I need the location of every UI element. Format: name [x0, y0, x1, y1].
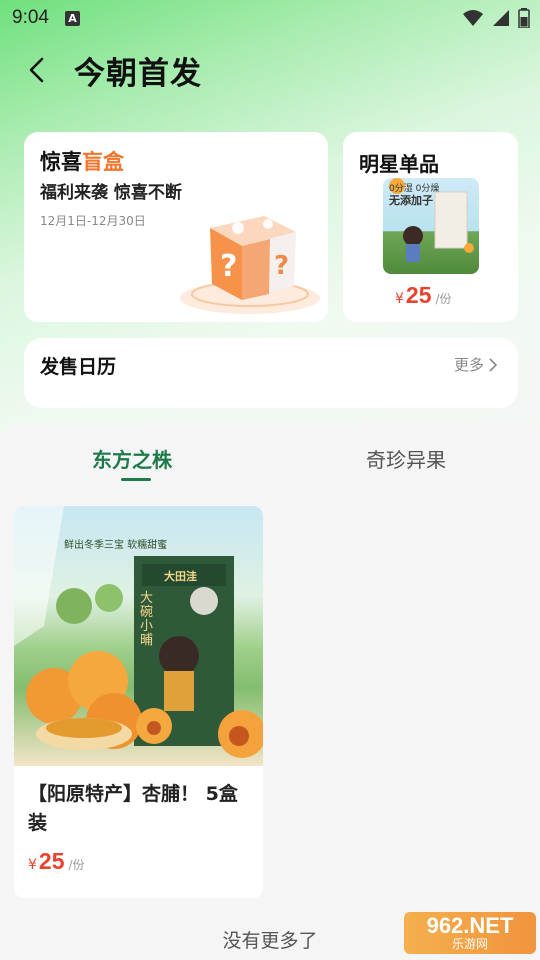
wifi-icon [463, 10, 483, 26]
page-header: 今朝首发 [0, 44, 540, 96]
product-panel: 东方之株 奇珍异果 鲜出冬季三宝 软糯甜蜜 大田洼 大碗小晡 【阳原特产】杏脯！… [0, 424, 540, 960]
blind-box-date: 12月1日-12月30日 [40, 214, 146, 228]
star-product-image: 0分湿 0分燥 无添加子 [383, 178, 479, 274]
back-button[interactable] [22, 54, 54, 86]
watermark-line1: 962.NET [426, 913, 514, 938]
status-icons [462, 8, 530, 28]
battery-icon [518, 8, 530, 28]
price-unit: /份 [435, 292, 452, 306]
gift-box-question-icon: ? ? [180, 216, 320, 314]
product-package-text: 大碗小晡 [140, 591, 154, 648]
blind-box-title: 惊喜盲盒 [40, 146, 124, 176]
star-product-title: 明星单品 [359, 152, 439, 176]
star-image-text-2: 无添加子 [389, 194, 433, 207]
product-banner-text: 鲜出冬季三宝 软糯甜蜜 [64, 540, 168, 551]
product-card[interactable]: 鲜出冬季三宝 软糯甜蜜 大田洼 大碗小晡 【阳原特产】杏脯！ 5盒装 ¥ 25 … [14, 506, 263, 898]
watermark-line2: 乐游网 [451, 937, 488, 951]
price-value: 25 [38, 848, 65, 874]
page-title: 今朝首发 [74, 56, 202, 92]
release-calendar-card[interactable]: 发售日历 更多 [24, 338, 518, 408]
watermark-logo: 962.NET 乐游网 [404, 912, 536, 954]
blind-box-title-highlight: 盲盒 [82, 150, 124, 174]
svg-text:?: ? [220, 249, 237, 284]
chevron-left-icon [29, 57, 44, 83]
product-price: ¥ 25 /份 [28, 848, 85, 875]
signal-icon [493, 10, 509, 26]
blind-box-title-prefix: 惊喜 [40, 150, 82, 174]
active-tab-indicator [121, 478, 151, 481]
calendar-more-link[interactable]: 更多 [454, 354, 498, 375]
more-label: 更多 [453, 356, 484, 374]
svg-text:?: ? [274, 251, 289, 281]
notification-icon: A [64, 10, 80, 26]
price-symbol: ¥ [395, 291, 404, 307]
price-unit: /份 [68, 858, 85, 872]
price-symbol: ¥ [28, 857, 37, 873]
product-brand: 大田洼 [164, 570, 197, 583]
tab-qizhen[interactable]: 奇珍异果 [366, 444, 446, 473]
category-tabs: 东方之株 奇珍异果 [0, 440, 540, 490]
star-product-price: ¥ 25 /份 [395, 282, 452, 309]
product-image: 鲜出冬季三宝 软糯甜蜜 大田洼 大碗小晡 [14, 506, 263, 766]
status-bar: 9:04 A [0, 0, 540, 36]
blind-box-card[interactable]: 惊喜盲盒 福利来袭 惊喜不断 12月1日-12月30日 ? ? [24, 132, 328, 322]
status-time: 9:04 [12, 7, 49, 28]
product-name: 【阳原特产】杏脯！ 5盒装 [28, 783, 238, 834]
price-value: 25 [405, 282, 432, 308]
calendar-title: 发售日历 [40, 356, 117, 378]
tab-dongfang[interactable]: 东方之株 [92, 444, 172, 473]
chevron-right-icon [489, 357, 498, 372]
star-product-card[interactable]: 明星单品 0分湿 0分燥 无添加子 ¥ 25 /份 [343, 132, 518, 322]
blind-box-subtitle: 福利来袭 惊喜不断 [40, 183, 182, 203]
